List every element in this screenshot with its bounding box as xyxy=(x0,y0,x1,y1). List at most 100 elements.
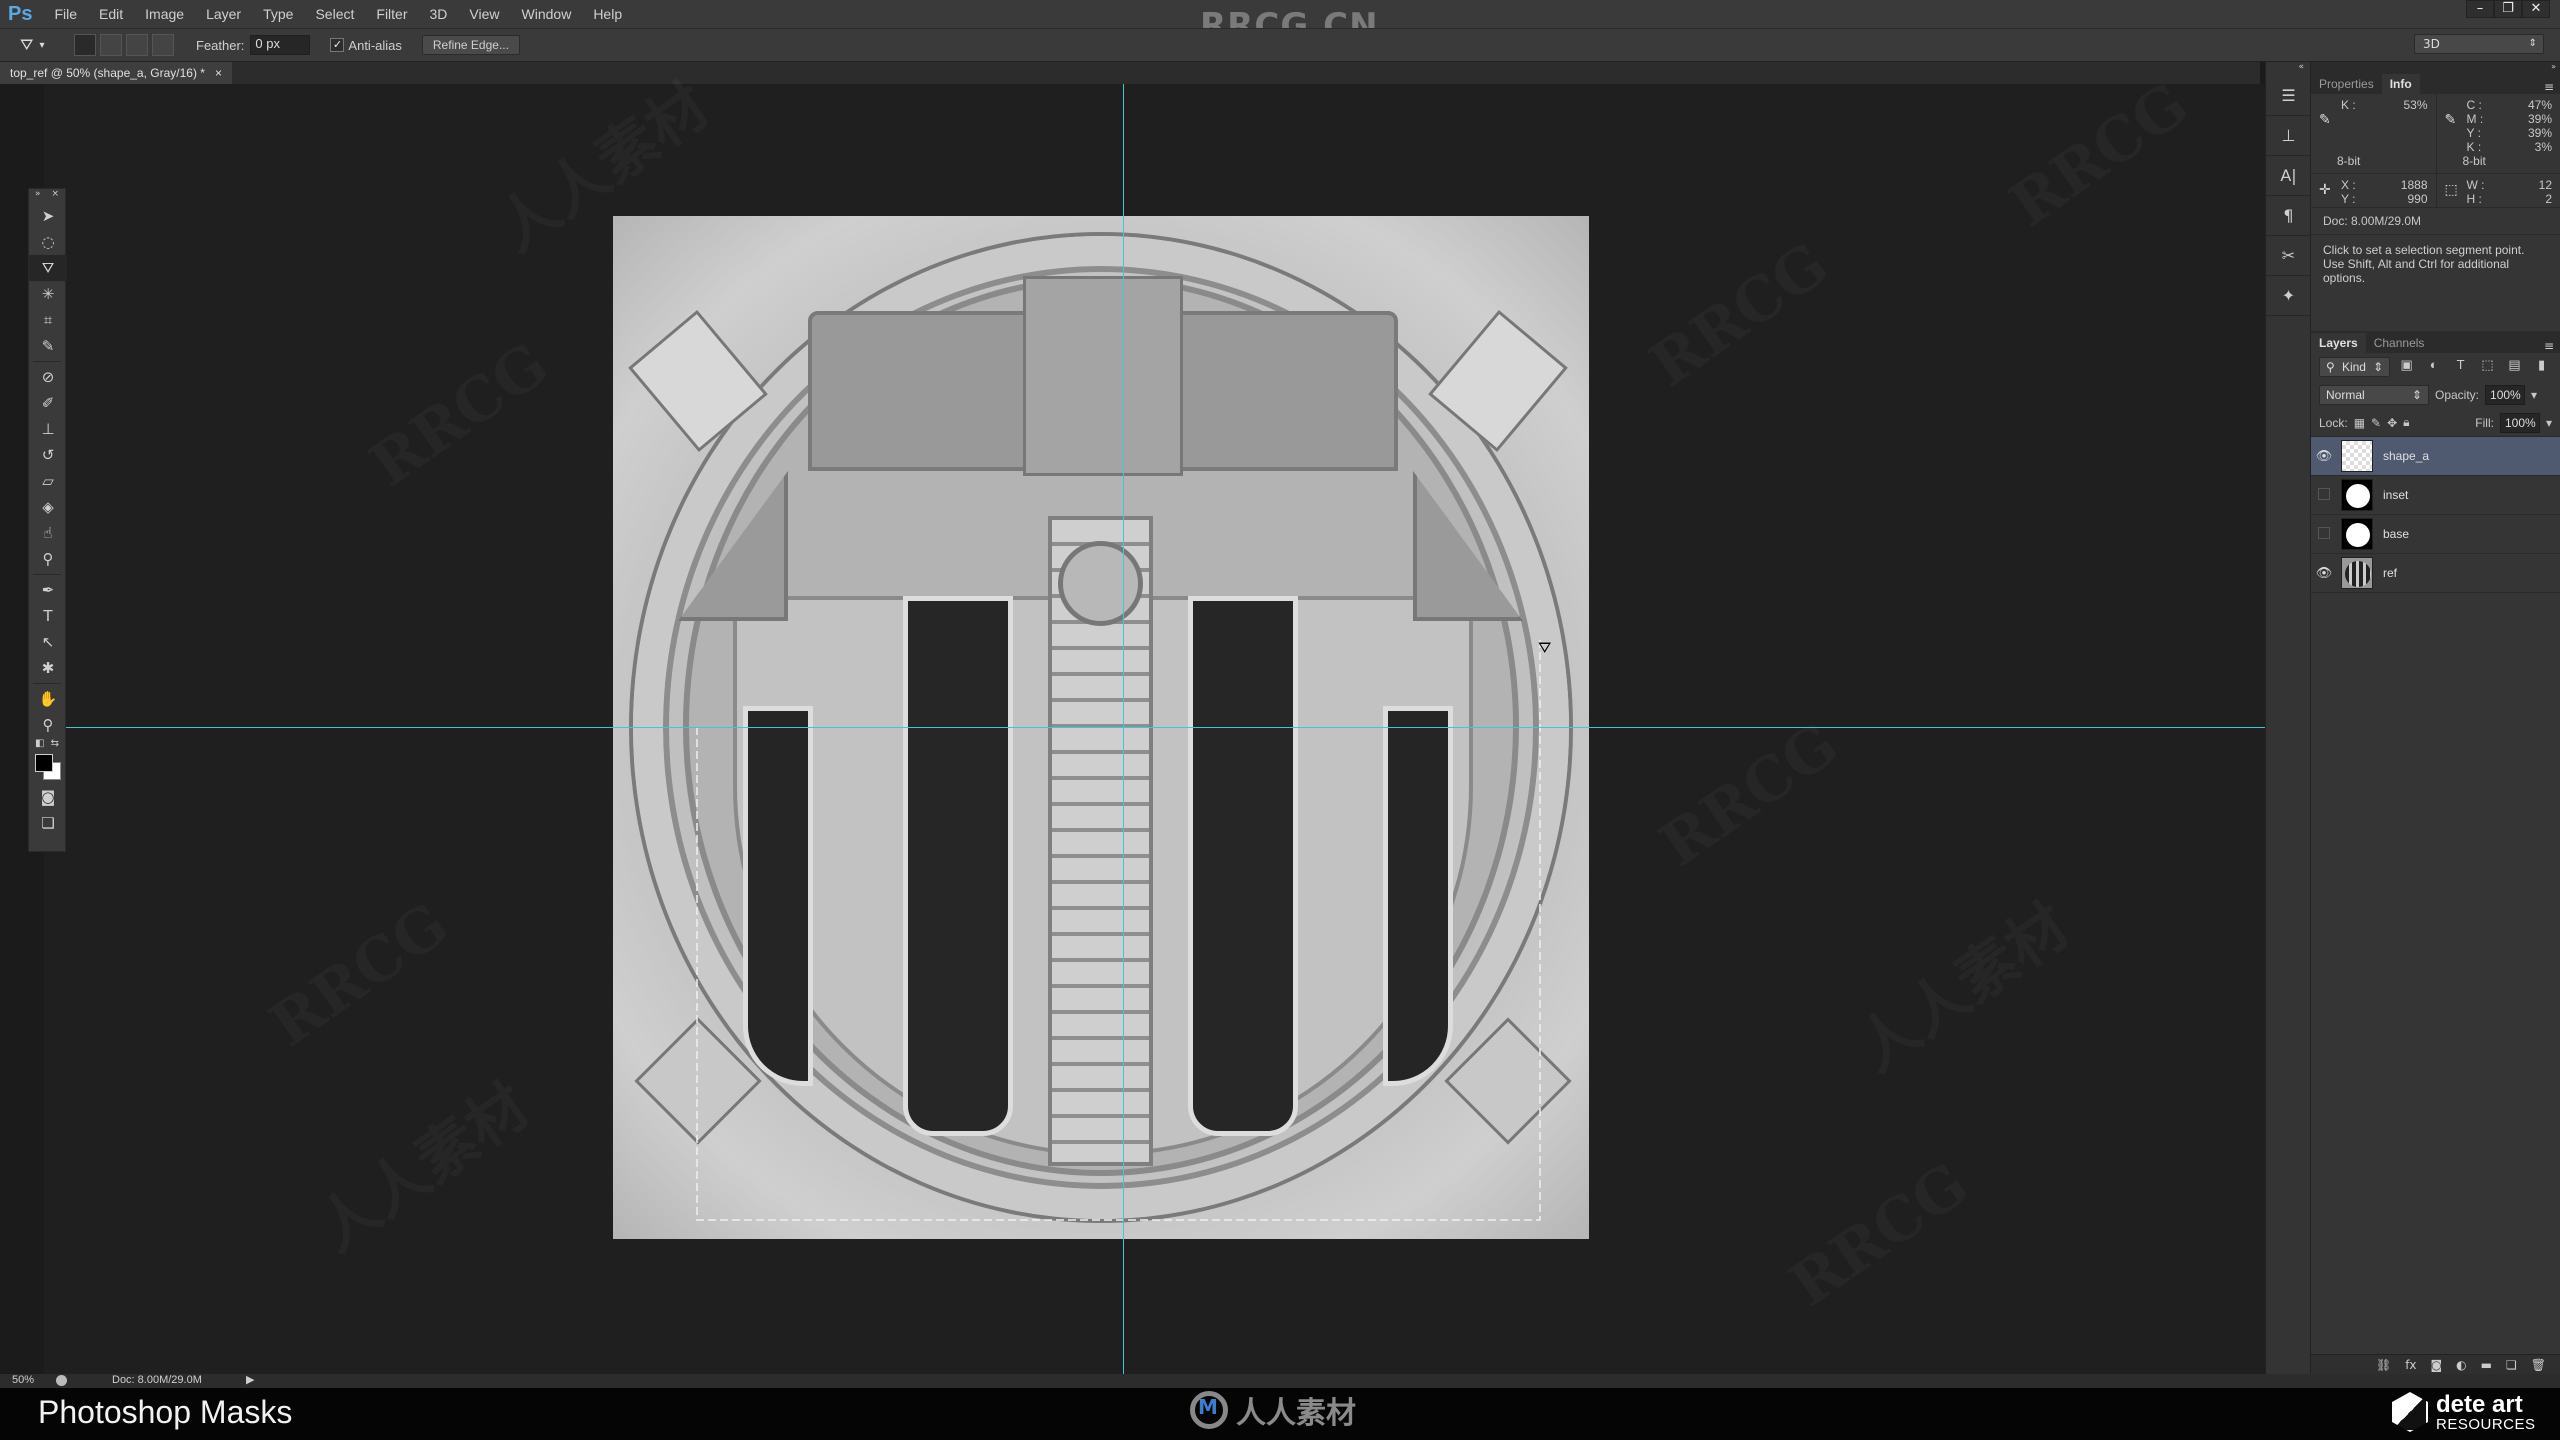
tab-properties[interactable]: Properties xyxy=(2311,74,2382,94)
status-info-icon[interactable] xyxy=(56,1375,67,1386)
layer-ref[interactable]: 👁︎ ref xyxy=(2311,554,2560,593)
collapse-icon[interactable]: « xyxy=(2266,62,2310,76)
screen-mode-button[interactable]: ❏ xyxy=(29,810,67,836)
lasso-tool[interactable]: ⛛ xyxy=(29,255,67,281)
healing-tool[interactable]: ⊘ xyxy=(29,364,67,390)
type-tool[interactable]: T xyxy=(29,603,67,629)
lock-position-icon[interactable]: ✥ xyxy=(2387,416,2397,430)
bandage-icon: ⊘ xyxy=(41,368,55,386)
panel-menu-icon[interactable]: ≡ xyxy=(2544,80,2560,94)
layer-thumbnail xyxy=(2341,479,2373,511)
lock-transparent-icon[interactable]: ▦ xyxy=(2354,416,2365,430)
fill-dropdown-icon[interactable]: ▾ xyxy=(2546,416,2552,430)
opacity-dropdown-icon[interactable]: ▾ xyxy=(2531,388,2537,402)
layer-inset[interactable]: inset xyxy=(2311,476,2560,515)
y-label: Y : xyxy=(2341,192,2356,206)
pen-tool[interactable]: ✒ xyxy=(29,577,67,603)
eyedropper-icon: ✎ xyxy=(41,337,55,355)
cmyk-y-value: 39% xyxy=(2527,126,2552,140)
status-menu-arrow-icon[interactable]: ▶ xyxy=(246,1373,254,1386)
lock-all-icon[interactable]: 🔒︎ xyxy=(2403,415,2409,430)
character-panel-button[interactable]: A| xyxy=(2266,156,2311,196)
close-icon[interactable]: × xyxy=(51,189,59,203)
layer-base[interactable]: base xyxy=(2311,515,2560,554)
tab-layers[interactable]: Layers xyxy=(2311,333,2366,353)
clone-source-panel-button[interactable]: ⊥ xyxy=(2266,116,2311,156)
vertical-guide[interactable] xyxy=(1123,84,1124,1374)
y-label: Y : xyxy=(2466,126,2481,140)
zoom-level[interactable]: 50% xyxy=(12,1374,34,1386)
foreground-color-swatch[interactable] xyxy=(35,754,53,772)
tab-info[interactable]: Info xyxy=(2381,74,2420,94)
history-brush-tool[interactable]: ↺ xyxy=(29,442,67,468)
magic-wand-tool[interactable]: ✳ xyxy=(29,281,67,307)
swap-colors-icon[interactable]: ⇆ xyxy=(51,738,59,752)
expand-panels-icon[interactable]: » xyxy=(2311,62,2560,72)
paint-bucket-tool[interactable]: ◈ xyxy=(29,494,67,520)
quick-mask-button[interactable]: ◙ xyxy=(29,784,67,810)
custom-shape-tool[interactable]: ✱ xyxy=(29,655,67,681)
blend-mode-select[interactable]: Normal ⇕ xyxy=(2319,385,2429,405)
dodge-tool[interactable]: ⚲ xyxy=(29,546,67,572)
tool-presets-panel-button[interactable]: ✂ xyxy=(2266,236,2311,276)
k-label: K : xyxy=(2466,140,2482,154)
smart-object-filter-icon[interactable]: ▤ xyxy=(2504,357,2525,377)
toolbox-divider xyxy=(33,683,61,684)
smudge-icon: ☝ xyxy=(43,524,53,542)
pen-icon: ✒ xyxy=(41,581,55,599)
panel-menu-icon[interactable]: ≡ xyxy=(2544,339,2560,353)
layer-kind-filter[interactable]: ⚲ Kind ⇕ xyxy=(2319,357,2391,377)
arrow-icon: ↖ xyxy=(41,633,55,651)
cmyk-bit-depth: 8-bit xyxy=(2462,154,2486,168)
kind-value: Kind xyxy=(2341,360,2366,374)
visibility-toggle[interactable] xyxy=(2311,487,2337,503)
paragraph-panel-button[interactable]: ¶ xyxy=(2266,196,2311,236)
cmyk-m-value: 39% xyxy=(2527,112,2552,126)
expand-icon[interactable]: » xyxy=(35,189,41,203)
brush-tool[interactable]: ✐ xyxy=(29,390,67,416)
marquee-tool[interactable]: ◌ xyxy=(29,229,67,255)
move-tool[interactable]: ➤ xyxy=(29,203,67,229)
eraser-tool[interactable]: ▱ xyxy=(29,468,67,494)
smudge-tool[interactable]: ☝ xyxy=(29,520,67,546)
clone-stamp-tool[interactable]: ⊥ xyxy=(29,416,67,442)
size-h-value: 2 xyxy=(2545,192,2552,206)
search-icon: ⚲ xyxy=(2326,360,2335,374)
eye-icon[interactable]: 👁︎ xyxy=(2311,448,2337,464)
layer-name: base xyxy=(2383,527,2410,541)
adjustment-filter-icon[interactable]: ◐ xyxy=(2423,357,2444,377)
delete-layer-icon[interactable]: 🗑︎ xyxy=(2531,1358,2546,1372)
visibility-toggle[interactable] xyxy=(2311,526,2337,542)
opacity-input[interactable]: 100% xyxy=(2485,385,2526,405)
type-filter-icon[interactable]: T xyxy=(2450,357,2471,377)
shape-filter-icon[interactable]: ⬚ xyxy=(2477,357,2498,377)
brush-presets-panel-button[interactable]: ✦ xyxy=(2266,276,2311,316)
status-bar xyxy=(0,1374,2560,1388)
layer-shape-a[interactable]: 👁︎ shape_a xyxy=(2311,437,2560,476)
magic-wand-icon: ✳ xyxy=(41,285,55,303)
tab-channels[interactable]: Channels xyxy=(2366,333,2433,353)
hand-tool[interactable]: ✋ xyxy=(29,686,67,712)
horizontal-guide[interactable] xyxy=(44,727,2266,728)
zoom-tool[interactable]: ⚲ xyxy=(29,712,67,738)
filter-toggle[interactable]: ▮ xyxy=(2531,357,2552,377)
new-layer-icon[interactable]: ❏ xyxy=(2506,1358,2517,1372)
layers-footer: ⛓ fx ◙ ◐ ▬ ❏ 🗑︎ xyxy=(2311,1354,2560,1374)
history-panel-button[interactable]: ☰ xyxy=(2266,76,2311,116)
eye-icon[interactable]: 👁︎ xyxy=(2311,565,2337,581)
adjustment-layer-icon[interactable]: ◐ xyxy=(2456,1358,2466,1372)
link-layers-icon[interactable]: ⛓ xyxy=(2376,1358,2391,1372)
layer-style-icon[interactable]: fx xyxy=(2405,1358,2416,1372)
brand-text: dete art RESOURCES xyxy=(2436,1392,2536,1432)
default-colors-icon[interactable]: ◧ xyxy=(35,738,44,752)
eyedropper-tool[interactable]: ✎ xyxy=(29,333,67,359)
add-mask-icon[interactable]: ◙ xyxy=(2431,1358,2443,1372)
toolbox: » × ➤ ◌ ⛛ ✳ ⌗ ✎ ⊘ ✐ ⊥ ↺ ▱ ◈ ☝ ⚲ ✒ T ↖ ✱ ✋… xyxy=(28,188,67,852)
pixel-filter-icon[interactable]: ▣ xyxy=(2396,357,2417,377)
fill-input[interactable]: 100% xyxy=(2499,412,2540,433)
color-swap-row: ◧ ⇆ xyxy=(29,738,65,752)
path-selection-tool[interactable]: ↖ xyxy=(29,629,67,655)
lock-image-icon[interactable]: ✎ xyxy=(2371,416,2381,430)
new-group-icon[interactable]: ▬ xyxy=(2481,1358,2492,1372)
crop-tool[interactable]: ⌗ xyxy=(29,307,67,333)
